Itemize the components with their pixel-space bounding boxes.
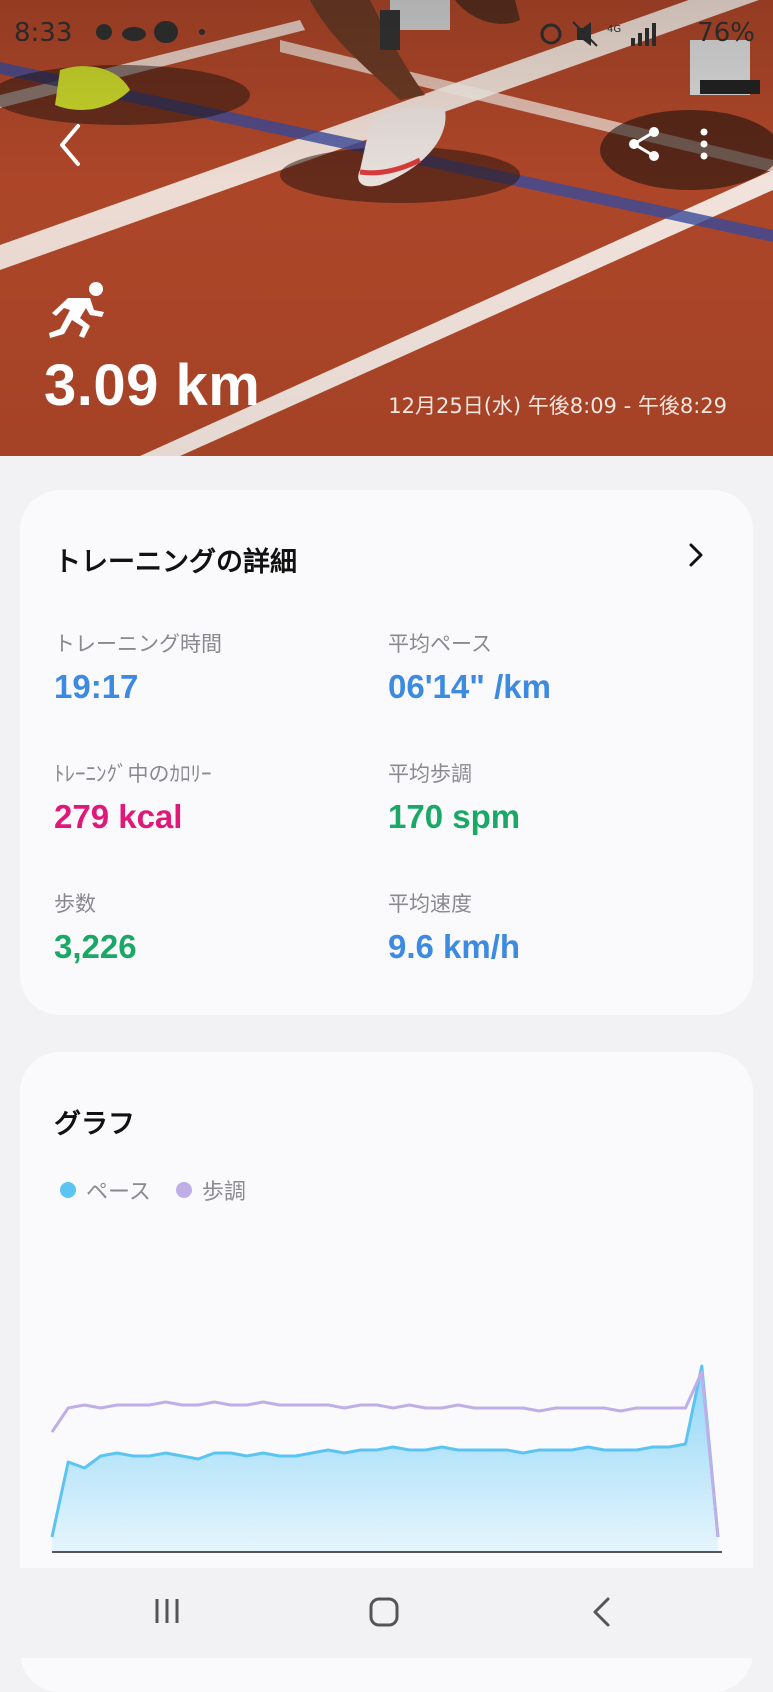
legend-label-pace: ペース bbox=[86, 1180, 151, 1205]
svg-text:4G: 4G bbox=[607, 24, 621, 35]
system-navigation-bar bbox=[0, 1568, 773, 1658]
metric-value: 9.6 km/h bbox=[388, 928, 521, 965]
metric-value: 279 kcal bbox=[54, 798, 183, 835]
recent-apps-icon[interactable] bbox=[152, 1596, 182, 1626]
notification-icons bbox=[92, 18, 212, 50]
status-time: 8:33 bbox=[14, 18, 73, 48]
metric-value: 19:17 bbox=[54, 668, 139, 705]
training-details-title: トレーニングの詳細 bbox=[54, 547, 297, 578]
metric-value: 170 spm bbox=[388, 798, 521, 835]
metric-value: 06'14" /km bbox=[388, 668, 551, 705]
pace-area bbox=[52, 1366, 718, 1552]
system-back-icon[interactable] bbox=[590, 1596, 612, 1628]
metric-calories: ﾄﾚｰﾆﾝｸﾞ中のｶﾛﾘｰ 279 kcal bbox=[54, 758, 212, 836]
hero-banner: 8:33 4G 76% 3.09 km 12月25日(水) 午後8:09 - 午… bbox=[0, 0, 773, 456]
metric-label: ﾄﾚｰﾆﾝｸﾞ中のｶﾛﾘｰ bbox=[54, 762, 212, 786]
metric-value: 3,226 bbox=[54, 928, 137, 965]
legend-dot-cadence bbox=[175, 1182, 192, 1198]
back-icon[interactable] bbox=[50, 120, 90, 170]
more-options-icon[interactable] bbox=[692, 124, 716, 164]
legend-dot-pace bbox=[60, 1182, 76, 1198]
status-bar: 8:33 4G 76% bbox=[0, 0, 773, 70]
distance-value: 3.09 km bbox=[44, 353, 261, 418]
home-icon[interactable] bbox=[368, 1596, 400, 1628]
metric-average-pace: 平均ペース 06'14" /km bbox=[388, 628, 551, 706]
notification-icons-group bbox=[96, 21, 205, 43]
training-details-card[interactable]: トレーニングの詳細 トレーニング時間 19:17 平均ペース 06'14" /k… bbox=[20, 490, 753, 1015]
workout-datetime: 12月25日(水) 午後8:09 - 午後8:29 bbox=[388, 394, 727, 418]
status-right: 4G 76% bbox=[539, 18, 755, 48]
legend-label-cadence: 歩調 bbox=[201, 1180, 246, 1205]
status-icons: 4G bbox=[540, 20, 656, 47]
metric-label: 平均ペース bbox=[388, 632, 492, 656]
metric-label: トレーニング時間 bbox=[54, 632, 222, 656]
graph-legend: ペース 歩調 bbox=[60, 1174, 264, 1206]
metric-label: 歩数 bbox=[54, 892, 96, 916]
metric-training-time: トレーニング時間 19:17 bbox=[54, 628, 222, 706]
metric-label: 平均歩調 bbox=[388, 762, 472, 786]
pace-cadence-chart bbox=[50, 1364, 722, 1553]
graph-title: グラフ bbox=[54, 1109, 135, 1140]
metric-average-speed: 平均速度 9.6 km/h bbox=[388, 888, 520, 966]
metric-average-cadence: 平均歩調 170 spm bbox=[388, 758, 520, 836]
metric-label: 平均速度 bbox=[388, 892, 472, 916]
metric-steps: 歩数 3,226 bbox=[54, 888, 137, 966]
share-icon[interactable] bbox=[624, 124, 664, 164]
chevron-right-icon[interactable] bbox=[687, 542, 705, 568]
running-icon bbox=[49, 282, 104, 338]
battery-percent: 76% bbox=[697, 18, 755, 48]
